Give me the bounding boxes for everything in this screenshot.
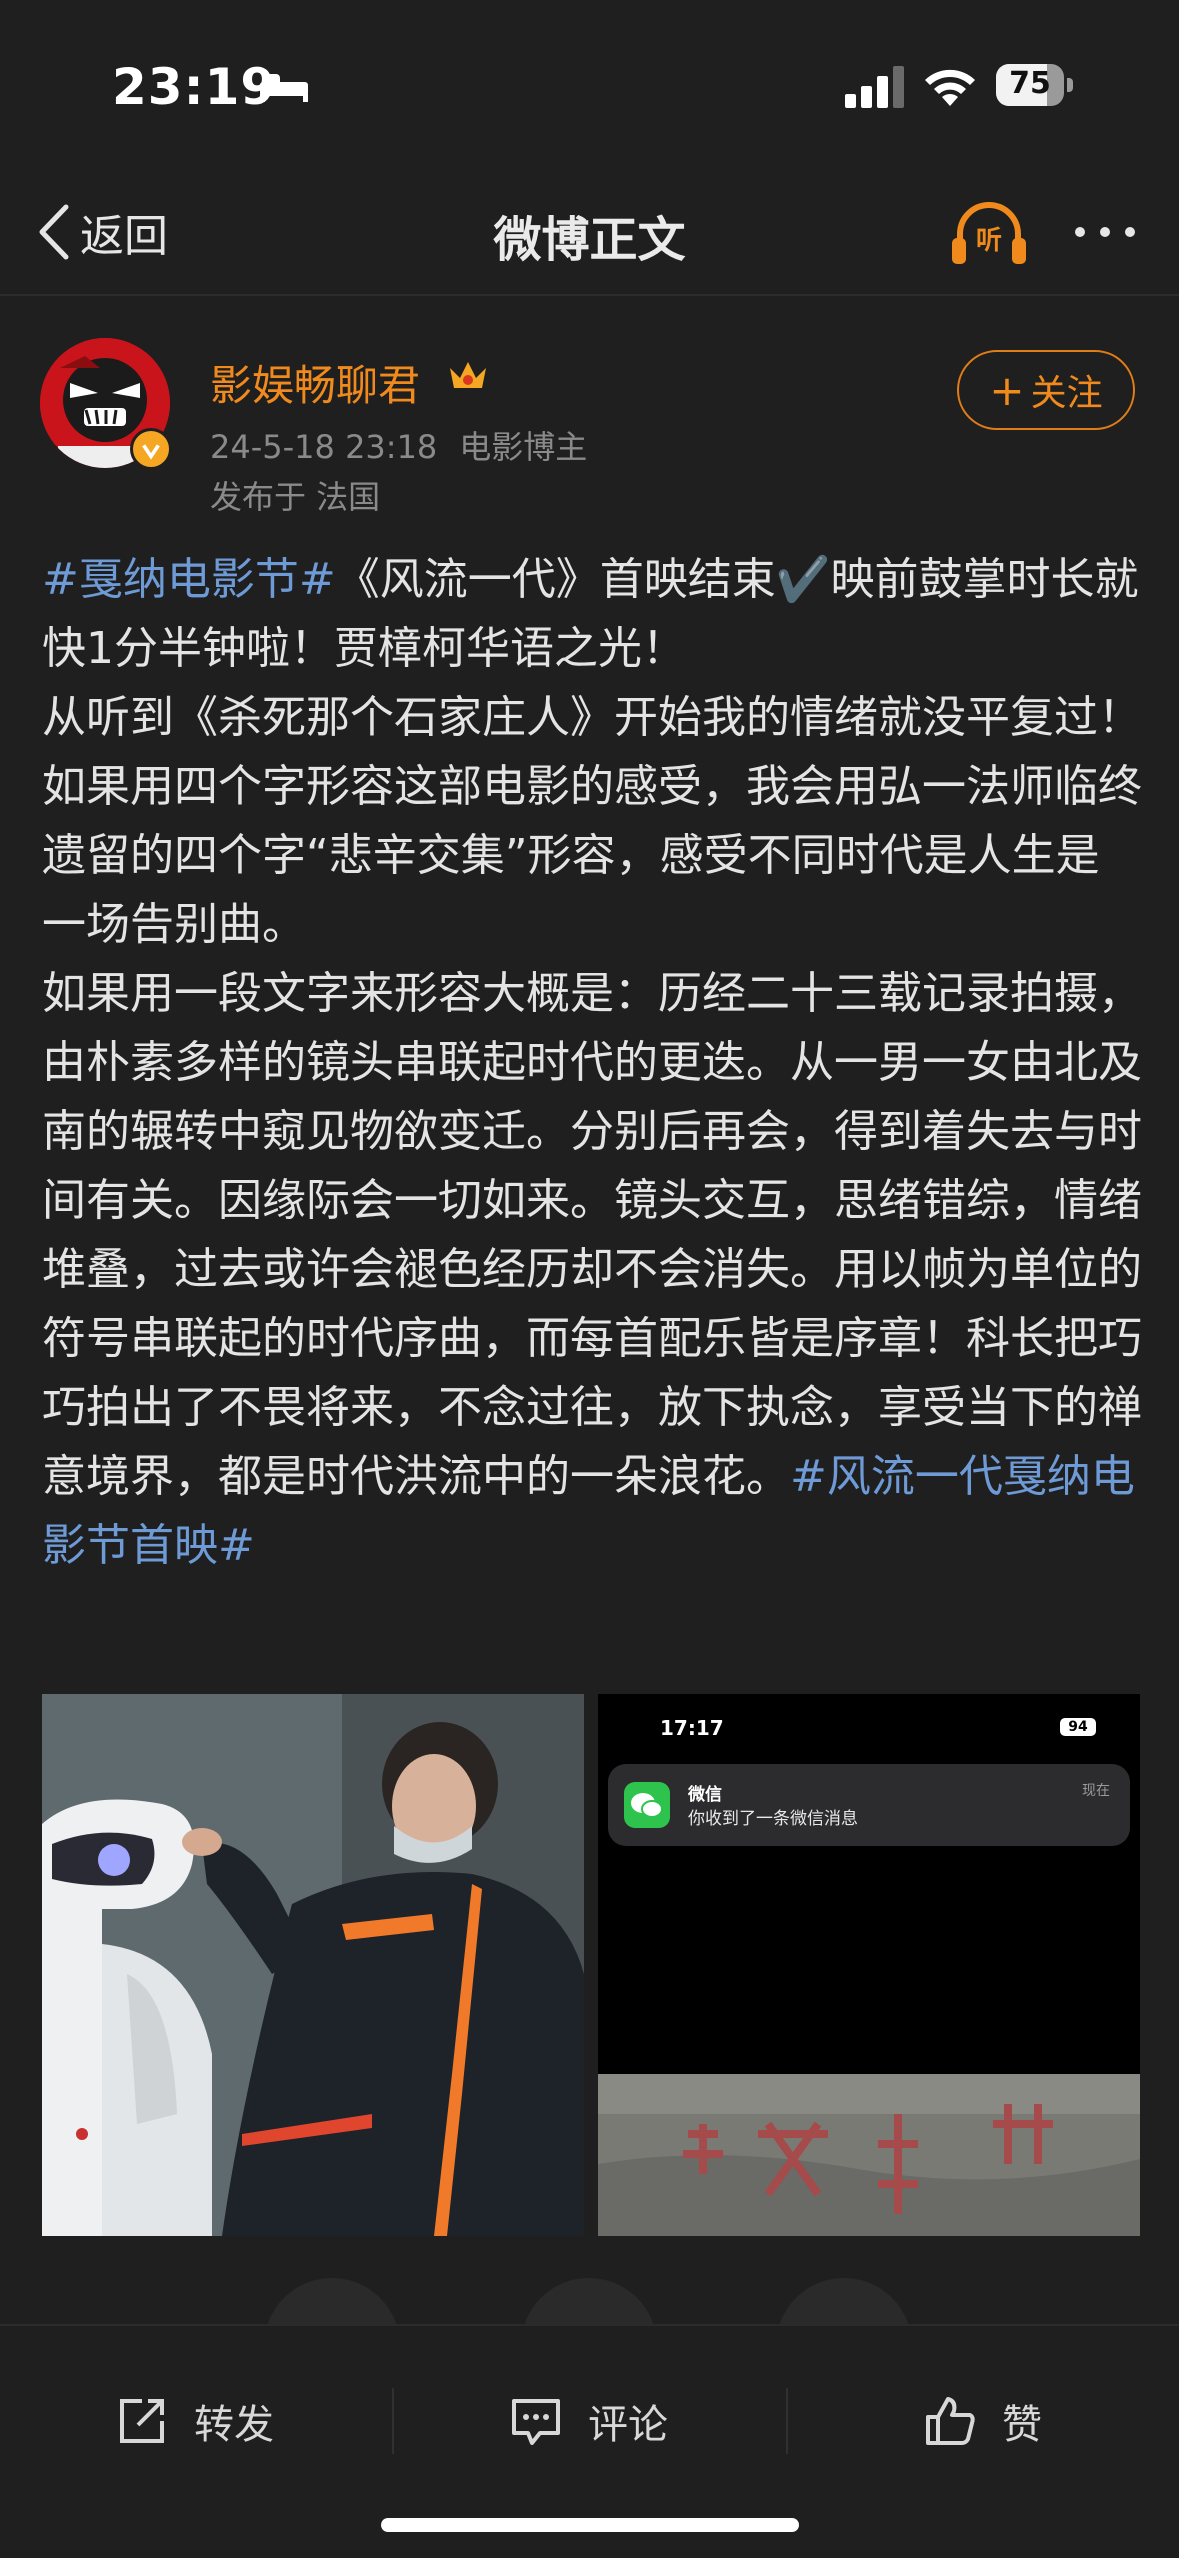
- thumbs-up-icon: [926, 2397, 975, 2445]
- divider: [786, 2388, 788, 2454]
- author-role: 电影博主: [459, 428, 588, 466]
- comment-button[interactable]: 评论: [510, 2366, 668, 2476]
- battery-indicator: 75: [996, 64, 1074, 106]
- verified-badge-icon: [130, 428, 172, 470]
- share-icon: [120, 2399, 164, 2443]
- post-image-screenshot[interactable]: 17:17 94 微信 你收到了一条微信消息 现在: [598, 1694, 1140, 2236]
- wifi-icon: [925, 69, 975, 106]
- plus-icon: +: [989, 365, 1025, 415]
- status-bar: 23:19 75: [0, 0, 1179, 170]
- listen-button[interactable]: 听: [950, 196, 1028, 270]
- post-body: #戛纳电影节#《风流一代》首映结束✔️映前鼓掌时长就快1分半钟啦！贾樟柯华语之光…: [42, 545, 1142, 1580]
- repost-button[interactable]: 转发: [116, 2366, 274, 2476]
- post-date: 24-5-18 23:18: [210, 428, 438, 466]
- battery-percent: 75: [1009, 66, 1051, 101]
- wechat-icon: [624, 1782, 670, 1828]
- home-indicator[interactable]: [381, 2518, 799, 2532]
- nav-bar: 返回 微博正文 听: [0, 170, 1179, 296]
- more-icon[interactable]: [1070, 220, 1140, 244]
- post-paragraph: #戛纳电影节#《风流一代》首映结束✔️映前鼓掌时长就快1分半钟啦！贾樟柯华语之光…: [42, 554, 1139, 674]
- divider: [392, 2388, 394, 2454]
- bottom-action-bar: 转发 评论 赞: [0, 2324, 1179, 2558]
- notification-message: 你收到了一条微信消息: [688, 1809, 858, 1829]
- comment-icon: [512, 2399, 560, 2445]
- inner-battery: 94: [1060, 1718, 1096, 1736]
- like-button[interactable]: 赞: [924, 2366, 1042, 2476]
- sleep-focus-icon: [260, 74, 308, 102]
- inner-status-time: 17:17: [660, 1716, 724, 1740]
- post-location: 发布于 法国: [210, 478, 381, 516]
- status-time: 23:19: [112, 58, 277, 116]
- stone-carving-image: [598, 2074, 1140, 2236]
- follow-label: 关注: [1030, 373, 1103, 414]
- author-name[interactable]: 影娱畅聊君: [210, 352, 420, 413]
- post-meta: 24-5-18 23:18 电影博主: [210, 422, 587, 468]
- repost-label: 转发: [194, 2402, 274, 2448]
- post-paragraph: 从听到《杀死那个石家庄人》开始我的情绪就没平复过！如果用四个字形容这部电影的感受…: [42, 692, 1142, 950]
- post-image-film-still[interactable]: [42, 1694, 584, 2236]
- post-paragraph: 如果用一段文字来形容大概是：历经二十三载记录拍摄，由朴素多样的镜头串联起时代的更…: [42, 968, 1142, 1571]
- crown-icon: [450, 362, 486, 388]
- hashtag-link[interactable]: #戛纳电影节#: [42, 554, 336, 605]
- notification-time: 现在: [1082, 1783, 1110, 1799]
- wechat-notification: 微信 你收到了一条微信消息 现在: [608, 1764, 1130, 1846]
- comment-label: 评论: [588, 2402, 668, 2448]
- like-label: 赞: [1002, 2402, 1042, 2448]
- follow-button[interactable]: + 关注: [957, 350, 1135, 430]
- check-emoji-icon: ✔️: [775, 554, 831, 605]
- listen-label: 听: [975, 226, 1002, 256]
- notification-app: 微信: [688, 1785, 722, 1805]
- cellular-signal-icon: [845, 66, 904, 108]
